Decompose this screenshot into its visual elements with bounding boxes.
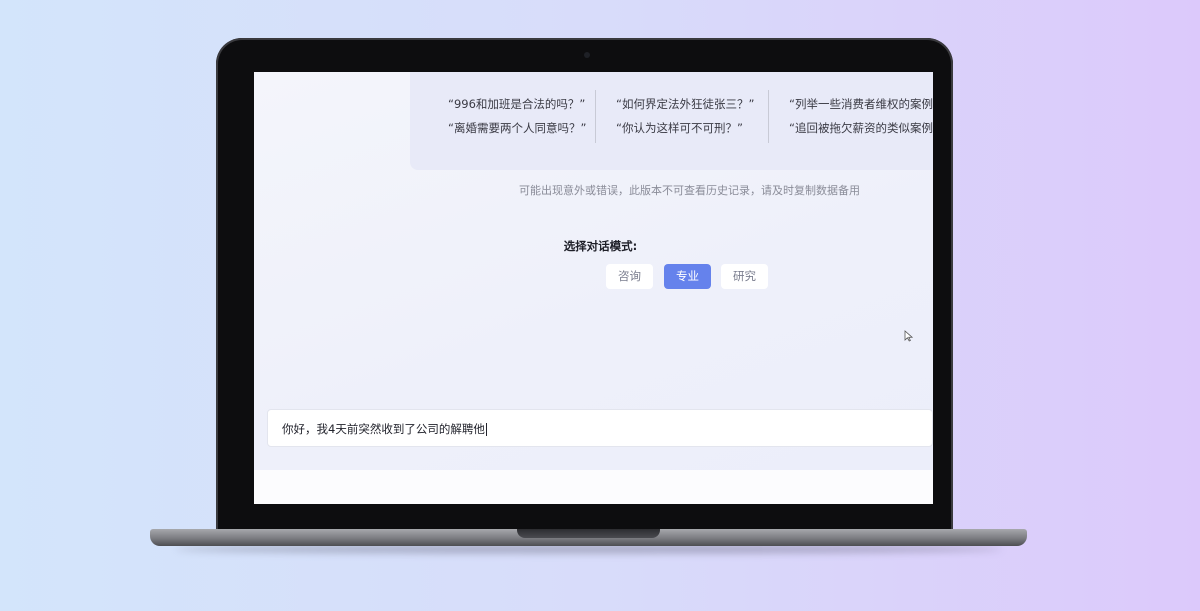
suggestion-item[interactable]: “追回被拖欠薪资的类似案例” <box>789 116 933 140</box>
suggestion-item[interactable]: “列举一些消费者维权的案例” <box>789 92 933 116</box>
suggestion-card: “996和加班是合法的吗？” “离婚需要两个人同意吗？” “如何界定法外狂徒张三… <box>410 72 933 170</box>
suggestion-item[interactable]: “如何界定法外狂徒张三？” <box>616 92 754 116</box>
column-divider <box>595 90 596 143</box>
suggestion-column-1: “996和加班是合法的吗？” “离婚需要两个人同意吗？” <box>448 92 586 144</box>
mode-consult-button[interactable]: 咨询 <box>606 264 653 289</box>
suggestion-column-3: “列举一些消费者维权的案例” “追回被拖欠薪资的类似案例” <box>789 92 933 144</box>
laptop-hinge-notch <box>517 529 660 538</box>
suggestion-item[interactable]: “996和加班是合法的吗？” <box>448 92 586 116</box>
mode-title: 选择对话模式: <box>563 239 638 253</box>
app-footer <box>254 470 933 504</box>
mode-professional-button[interactable]: 专业 <box>664 264 711 289</box>
suggestion-item[interactable]: “你认为这样可不可刑？” <box>616 116 754 140</box>
chat-input[interactable]: 你好，我4天前突然收到了公司的解聘他 <box>267 409 933 447</box>
webcam <box>584 52 590 58</box>
suggestion-item[interactable]: “离婚需要两个人同意吗？” <box>448 116 586 140</box>
laptop-screen: “996和加班是合法的吗？” “离婚需要两个人同意吗？” “如何界定法外狂徒张三… <box>254 72 933 504</box>
text-caret <box>485 423 487 436</box>
laptop-shadow <box>175 545 1002 553</box>
mode-research-button[interactable]: 研究 <box>721 264 768 289</box>
column-divider <box>768 90 769 143</box>
chat-input-text: 你好，我4天前突然收到了公司的解聘他 <box>282 422 485 436</box>
disclaimer-notice: 可能出现意外或错误，此版本不可查看历史记录，请及时复制数据备用 <box>519 184 860 197</box>
suggestion-column-2: “如何界定法外狂徒张三？” “你认为这样可不可刑？” <box>616 92 754 144</box>
mouse-pointer-icon <box>904 330 913 342</box>
chat-app: “996和加班是合法的吗？” “离婚需要两个人同意吗？” “如何界定法外狂徒张三… <box>254 72 933 470</box>
